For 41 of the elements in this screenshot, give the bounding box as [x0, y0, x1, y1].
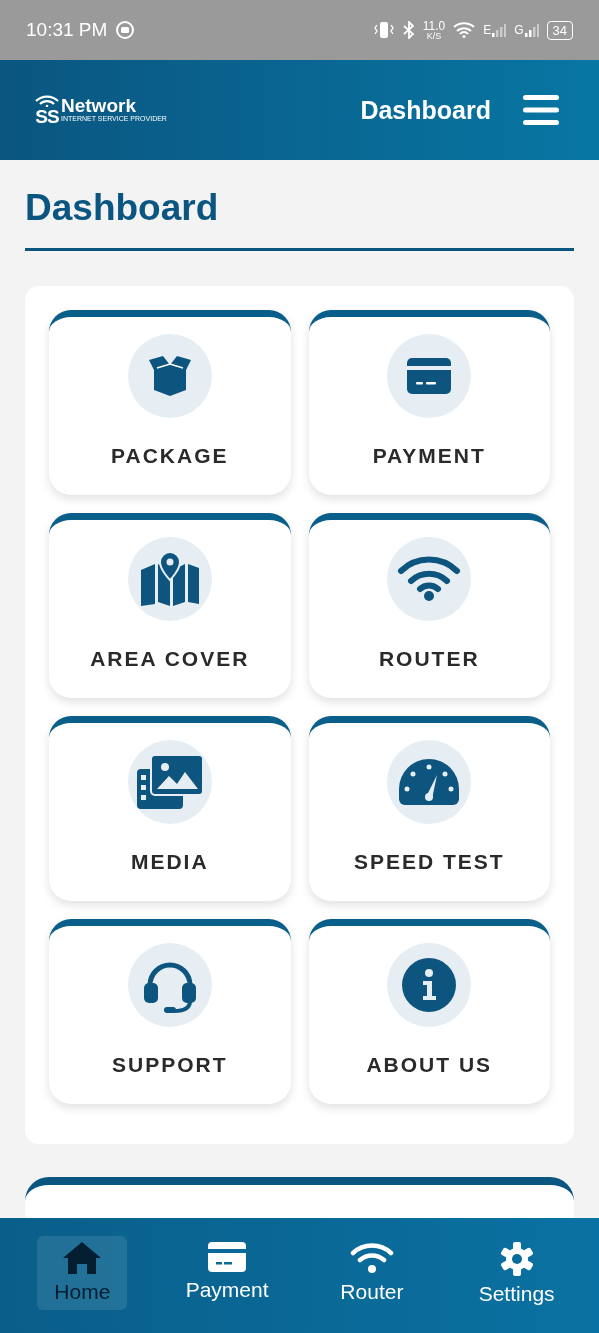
credit-card-icon — [208, 1242, 247, 1272]
dashboard-tile[interactable]: AREA COVER — [49, 513, 291, 698]
gear-icon — [499, 1242, 534, 1276]
dashboard-tile[interactable]: PAYMENT — [308, 310, 550, 495]
dashboard-tile[interactable]: MEDIA — [49, 716, 291, 901]
images-icon — [136, 755, 203, 809]
wifi-icon — [397, 556, 462, 602]
dashboard-tile[interactable]: SPEED TEST — [308, 716, 550, 901]
credit-card-icon — [407, 358, 452, 394]
map-pin-icon — [138, 552, 201, 606]
bluetooth-icon — [402, 21, 415, 39]
dashboard-tile[interactable]: ROUTER — [308, 513, 550, 698]
logo-name: Network — [61, 96, 136, 116]
home-icon — [63, 1242, 102, 1274]
network-type: G — [514, 23, 524, 37]
signal-icon — [492, 23, 507, 37]
box-icon — [146, 356, 193, 396]
info-icon — [402, 958, 457, 1012]
status-time: 10:31 PM — [26, 19, 108, 41]
signal-icon — [524, 23, 539, 37]
network-type: E — [483, 23, 492, 37]
wifi-icon — [453, 22, 476, 38]
speedometer-icon — [399, 759, 460, 805]
dashboard-tile[interactable]: SUPPORT — [49, 919, 291, 1104]
menu-button[interactable] — [523, 95, 559, 125]
vibrate-icon — [372, 21, 395, 39]
wifi-logo-icon — [34, 94, 60, 107]
menu-icon — [523, 95, 559, 125]
nav-tab[interactable]: Payment — [182, 1236, 273, 1308]
page-title: Dashboard — [25, 186, 220, 230]
speed-unit: K/S — [426, 31, 442, 41]
nav-tab[interactable]: Router — [326, 1236, 417, 1310]
nav-tab[interactable]: Settings — [471, 1236, 562, 1312]
dashboard-tile[interactable]: ABOUT US — [308, 919, 550, 1104]
notification-icon — [115, 20, 136, 40]
logo-mark: SS — [35, 106, 59, 126]
battery-level: 34 — [546, 20, 573, 40]
header-title: Dashboard — [360, 95, 491, 125]
network-speed: 11.0 — [422, 19, 446, 32]
dashboard-tile[interactable]: PACKAGE — [49, 310, 291, 495]
wifi-icon — [349, 1242, 394, 1274]
